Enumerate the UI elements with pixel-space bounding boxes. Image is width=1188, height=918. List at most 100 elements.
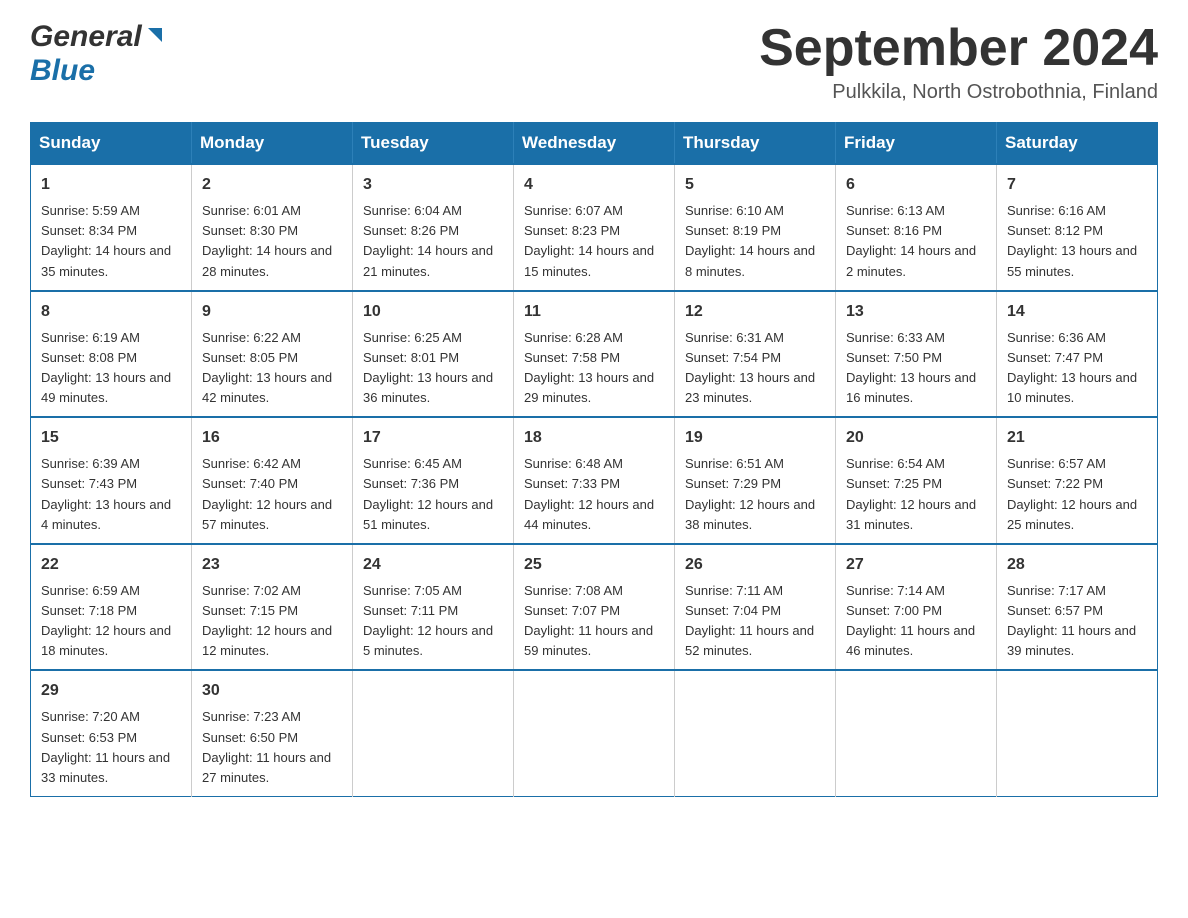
day-cell: 2 Sunrise: 6:01 AMSunset: 8:30 PMDayligh… xyxy=(192,164,353,291)
day-cell: 30 Sunrise: 7:23 AMSunset: 6:50 PMDaylig… xyxy=(192,670,353,796)
day-cell: 12 Sunrise: 6:31 AMSunset: 7:54 PMDaylig… xyxy=(675,291,836,418)
day-info: Sunrise: 6:13 AMSunset: 8:16 PMDaylight:… xyxy=(846,201,986,282)
day-cell: 26 Sunrise: 7:11 AMSunset: 7:04 PMDaylig… xyxy=(675,544,836,671)
month-title: September 2024 xyxy=(759,20,1158,77)
day-info: Sunrise: 6:51 AMSunset: 7:29 PMDaylight:… xyxy=(685,454,825,535)
day-cell xyxy=(353,670,514,796)
day-info: Sunrise: 7:17 AMSunset: 6:57 PMDaylight:… xyxy=(1007,581,1147,662)
day-cell: 4 Sunrise: 6:07 AMSunset: 8:23 PMDayligh… xyxy=(514,164,675,291)
logo: General Blue xyxy=(30,20,166,88)
calendar-body: 1 Sunrise: 5:59 AMSunset: 8:34 PMDayligh… xyxy=(31,164,1158,796)
day-info: Sunrise: 6:25 AMSunset: 8:01 PMDaylight:… xyxy=(363,328,503,409)
day-number: 6 xyxy=(846,173,986,197)
day-cell: 21 Sunrise: 6:57 AMSunset: 7:22 PMDaylig… xyxy=(997,417,1158,544)
day-cell xyxy=(514,670,675,796)
day-info: Sunrise: 6:57 AMSunset: 7:22 PMDaylight:… xyxy=(1007,454,1147,535)
calendar-header: SundayMondayTuesdayWednesdayThursdayFrid… xyxy=(31,123,1158,165)
day-cell: 16 Sunrise: 6:42 AMSunset: 7:40 PMDaylig… xyxy=(192,417,353,544)
day-of-week-thursday: Thursday xyxy=(675,123,836,165)
day-number: 4 xyxy=(524,173,664,197)
week-row-2: 8 Sunrise: 6:19 AMSunset: 8:08 PMDayligh… xyxy=(31,291,1158,418)
day-info: Sunrise: 7:23 AMSunset: 6:50 PMDaylight:… xyxy=(202,707,342,788)
day-number: 26 xyxy=(685,553,825,577)
day-info: Sunrise: 5:59 AMSunset: 8:34 PMDaylight:… xyxy=(41,201,181,282)
day-number: 23 xyxy=(202,553,342,577)
day-of-week-wednesday: Wednesday xyxy=(514,123,675,165)
week-row-5: 29 Sunrise: 7:20 AMSunset: 6:53 PMDaylig… xyxy=(31,670,1158,796)
day-info: Sunrise: 6:54 AMSunset: 7:25 PMDaylight:… xyxy=(846,454,986,535)
day-number: 21 xyxy=(1007,426,1147,450)
day-number: 18 xyxy=(524,426,664,450)
day-cell: 17 Sunrise: 6:45 AMSunset: 7:36 PMDaylig… xyxy=(353,417,514,544)
logo-general: General xyxy=(30,20,142,54)
page-header: General Blue September 2024 Pulkkila, No… xyxy=(30,20,1158,104)
day-info: Sunrise: 6:39 AMSunset: 7:43 PMDaylight:… xyxy=(41,454,181,535)
day-of-week-tuesday: Tuesday xyxy=(353,123,514,165)
day-number: 28 xyxy=(1007,553,1147,577)
day-number: 15 xyxy=(41,426,181,450)
day-info: Sunrise: 6:48 AMSunset: 7:33 PMDaylight:… xyxy=(524,454,664,535)
day-cell: 25 Sunrise: 7:08 AMSunset: 7:07 PMDaylig… xyxy=(514,544,675,671)
day-info: Sunrise: 6:22 AMSunset: 8:05 PMDaylight:… xyxy=(202,328,342,409)
day-info: Sunrise: 6:33 AMSunset: 7:50 PMDaylight:… xyxy=(846,328,986,409)
day-cell: 14 Sunrise: 6:36 AMSunset: 7:47 PMDaylig… xyxy=(997,291,1158,418)
day-number: 11 xyxy=(524,300,664,324)
day-info: Sunrise: 6:19 AMSunset: 8:08 PMDaylight:… xyxy=(41,328,181,409)
day-number: 27 xyxy=(846,553,986,577)
day-cell: 6 Sunrise: 6:13 AMSunset: 8:16 PMDayligh… xyxy=(836,164,997,291)
day-cell: 13 Sunrise: 6:33 AMSunset: 7:50 PMDaylig… xyxy=(836,291,997,418)
day-of-week-saturday: Saturday xyxy=(997,123,1158,165)
day-number: 13 xyxy=(846,300,986,324)
day-info: Sunrise: 6:59 AMSunset: 7:18 PMDaylight:… xyxy=(41,581,181,662)
day-info: Sunrise: 6:01 AMSunset: 8:30 PMDaylight:… xyxy=(202,201,342,282)
logo-blue: Blue xyxy=(30,54,95,87)
day-cell: 3 Sunrise: 6:04 AMSunset: 8:26 PMDayligh… xyxy=(353,164,514,291)
day-info: Sunrise: 6:04 AMSunset: 8:26 PMDaylight:… xyxy=(363,201,503,282)
calendar-table: SundayMondayTuesdayWednesdayThursdayFrid… xyxy=(30,122,1158,797)
title-block: September 2024 Pulkkila, North Ostroboth… xyxy=(759,20,1158,104)
day-of-week-friday: Friday xyxy=(836,123,997,165)
day-cell: 9 Sunrise: 6:22 AMSunset: 8:05 PMDayligh… xyxy=(192,291,353,418)
day-cell: 20 Sunrise: 6:54 AMSunset: 7:25 PMDaylig… xyxy=(836,417,997,544)
day-info: Sunrise: 7:20 AMSunset: 6:53 PMDaylight:… xyxy=(41,707,181,788)
day-cell: 28 Sunrise: 7:17 AMSunset: 6:57 PMDaylig… xyxy=(997,544,1158,671)
day-cell: 24 Sunrise: 7:05 AMSunset: 7:11 PMDaylig… xyxy=(353,544,514,671)
day-info: Sunrise: 6:16 AMSunset: 8:12 PMDaylight:… xyxy=(1007,201,1147,282)
day-number: 2 xyxy=(202,173,342,197)
day-number: 20 xyxy=(846,426,986,450)
day-info: Sunrise: 6:36 AMSunset: 7:47 PMDaylight:… xyxy=(1007,328,1147,409)
day-info: Sunrise: 7:11 AMSunset: 7:04 PMDaylight:… xyxy=(685,581,825,662)
week-row-1: 1 Sunrise: 5:59 AMSunset: 8:34 PMDayligh… xyxy=(31,164,1158,291)
location: Pulkkila, North Ostrobothnia, Finland xyxy=(759,81,1158,104)
week-row-4: 22 Sunrise: 6:59 AMSunset: 7:18 PMDaylig… xyxy=(31,544,1158,671)
day-info: Sunrise: 6:42 AMSunset: 7:40 PMDaylight:… xyxy=(202,454,342,535)
days-of-week-row: SundayMondayTuesdayWednesdayThursdayFrid… xyxy=(31,123,1158,165)
day-info: Sunrise: 7:08 AMSunset: 7:07 PMDaylight:… xyxy=(524,581,664,662)
week-row-3: 15 Sunrise: 6:39 AMSunset: 7:43 PMDaylig… xyxy=(31,417,1158,544)
day-of-week-sunday: Sunday xyxy=(31,123,192,165)
day-cell xyxy=(836,670,997,796)
day-number: 1 xyxy=(41,173,181,197)
day-of-week-monday: Monday xyxy=(192,123,353,165)
day-cell: 27 Sunrise: 7:14 AMSunset: 7:00 PMDaylig… xyxy=(836,544,997,671)
day-number: 12 xyxy=(685,300,825,324)
day-number: 19 xyxy=(685,426,825,450)
day-cell: 11 Sunrise: 6:28 AMSunset: 7:58 PMDaylig… xyxy=(514,291,675,418)
day-cell: 22 Sunrise: 6:59 AMSunset: 7:18 PMDaylig… xyxy=(31,544,192,671)
day-number: 9 xyxy=(202,300,342,324)
day-number: 16 xyxy=(202,426,342,450)
day-number: 30 xyxy=(202,679,342,703)
day-number: 5 xyxy=(685,173,825,197)
day-info: Sunrise: 6:28 AMSunset: 7:58 PMDaylight:… xyxy=(524,328,664,409)
day-number: 22 xyxy=(41,553,181,577)
day-number: 8 xyxy=(41,300,181,324)
logo-triangle-icon xyxy=(144,24,166,51)
day-number: 24 xyxy=(363,553,503,577)
day-cell: 8 Sunrise: 6:19 AMSunset: 8:08 PMDayligh… xyxy=(31,291,192,418)
day-number: 10 xyxy=(363,300,503,324)
day-cell: 1 Sunrise: 5:59 AMSunset: 8:34 PMDayligh… xyxy=(31,164,192,291)
day-info: Sunrise: 7:14 AMSunset: 7:00 PMDaylight:… xyxy=(846,581,986,662)
day-info: Sunrise: 6:31 AMSunset: 7:54 PMDaylight:… xyxy=(685,328,825,409)
day-info: Sunrise: 6:45 AMSunset: 7:36 PMDaylight:… xyxy=(363,454,503,535)
day-info: Sunrise: 7:05 AMSunset: 7:11 PMDaylight:… xyxy=(363,581,503,662)
